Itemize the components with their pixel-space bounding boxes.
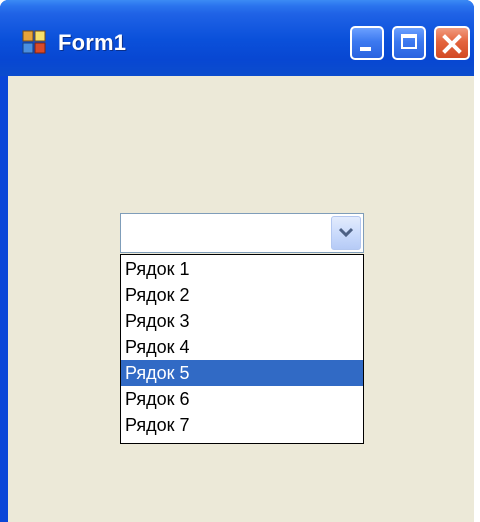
- maximize-button[interactable]: [392, 26, 426, 60]
- minimize-button[interactable]: [350, 26, 384, 60]
- close-button[interactable]: [434, 26, 470, 60]
- title-bar[interactable]: Form1: [0, 0, 474, 76]
- combo-dropdown-list[interactable]: Рядок 1 Рядок 2 Рядок 3 Рядок 4 Рядок 5 …: [120, 254, 364, 444]
- form-window: Form1 Рядок 1 Рядок 2 Рядок 3 Рядок 4 Ря…: [0, 0, 474, 522]
- list-item[interactable]: Рядок 2: [121, 282, 363, 308]
- combo-dropdown-button[interactable]: [331, 216, 361, 250]
- list-item-selected[interactable]: Рядок 5: [121, 360, 363, 386]
- close-icon: [440, 32, 464, 56]
- form-app-icon[interactable]: [22, 30, 46, 54]
- window-title: Form1: [58, 30, 127, 55]
- list-item[interactable]: Рядок 3: [121, 308, 363, 334]
- list-item[interactable]: Рядок 1: [121, 256, 363, 282]
- list-item[interactable]: Рядок 7: [121, 412, 363, 438]
- form-client-area: Рядок 1 Рядок 2 Рядок 3 Рядок 4 Рядок 5 …: [8, 76, 474, 522]
- chevron-down-icon: [339, 227, 353, 238]
- maximize-icon: [401, 34, 417, 49]
- list-item[interactable]: Рядок 4: [121, 334, 363, 360]
- combo-box[interactable]: [120, 213, 364, 253]
- minimize-icon: [360, 47, 371, 51]
- list-item[interactable]: Рядок 6: [121, 386, 363, 412]
